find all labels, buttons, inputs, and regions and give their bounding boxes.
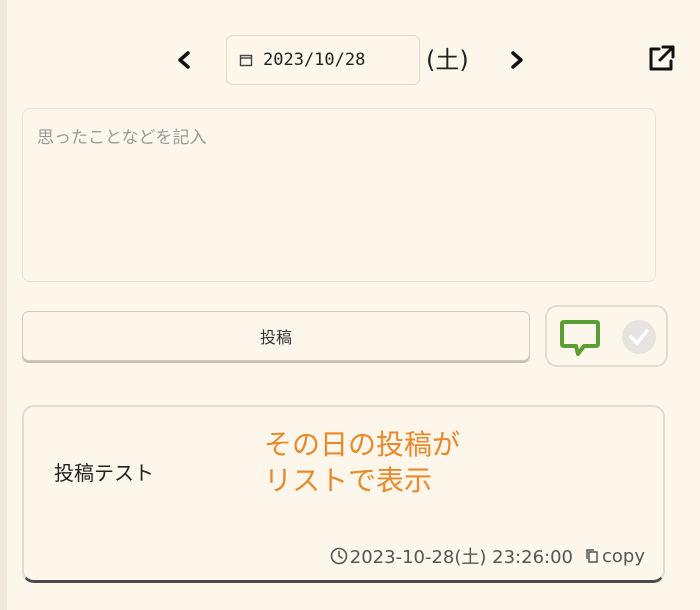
comment-toggle[interactable] [545,305,668,367]
copy-button[interactable]: copy [585,546,645,567]
annotation-text: その日の投稿が リストで表示 [264,428,461,497]
date-picker[interactable]: 2023/10/28 [226,35,420,85]
speech-bubble-icon [560,320,600,356]
left-edge [0,0,7,610]
open-external-button[interactable] [645,43,677,75]
post-button[interactable]: 投稿 [22,311,530,361]
weekday-label: (土) [426,46,469,74]
chevron-right-icon [511,51,523,69]
post-meta: 2023-10-28(土) 23:26:00 copy [330,543,645,569]
date-value: 2023/10/28 [263,50,366,70]
post-text: 投稿テスト [54,461,154,485]
check-circle-icon [622,320,656,354]
memo-input[interactable] [22,108,656,282]
post-card: 投稿テスト その日の投稿が リストで表示 2023-10-28(土) 23:26… [22,405,665,583]
clock-icon [330,547,348,565]
external-link-icon [649,45,675,71]
chevron-left-icon [178,51,190,69]
post-timestamp: 2023-10-28(土) 23:26:00 [349,547,573,568]
next-day-button[interactable] [505,43,529,77]
calendar-icon [239,54,253,67]
copy-icon [586,549,598,563]
copy-label: copy [602,545,645,567]
prev-day-button[interactable] [172,43,196,77]
